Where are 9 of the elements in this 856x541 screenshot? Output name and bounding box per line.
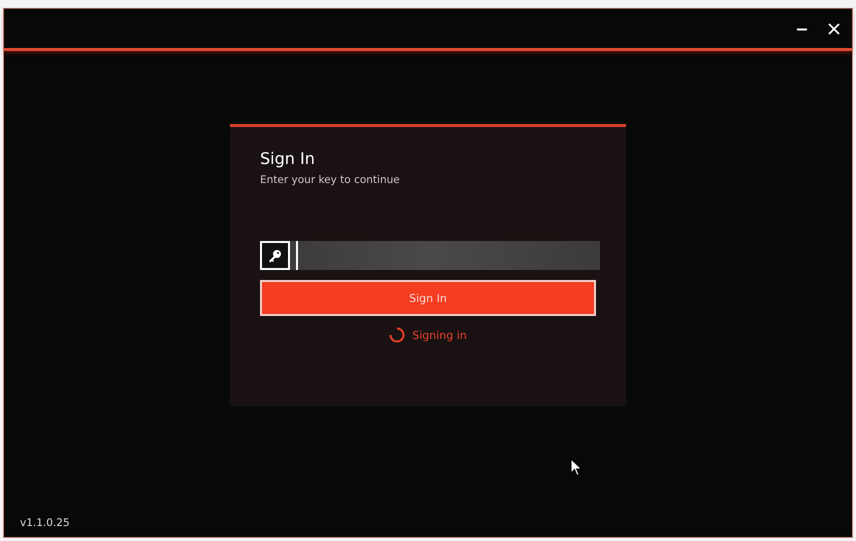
key-icon — [268, 248, 282, 262]
status-text: Signing in — [412, 328, 467, 342]
close-icon[interactable] — [828, 22, 840, 34]
key-field[interactable] — [260, 241, 600, 270]
mouse-pointer-icon — [570, 458, 583, 477]
card-subtitle: Enter your key to continue — [260, 174, 401, 186]
version-label: v1.1.0.25 — [20, 517, 70, 529]
card-title: Sign In — [260, 149, 316, 168]
sign-in-button[interactable]: Sign In — [260, 280, 596, 316]
